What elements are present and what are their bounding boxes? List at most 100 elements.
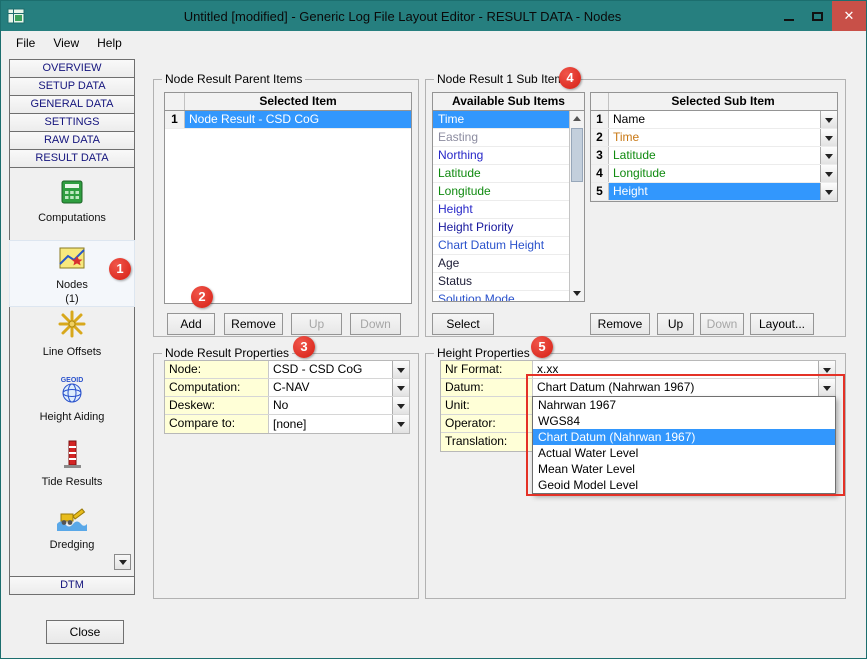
selected-subitem-row[interactable]: 2 Time <box>591 129 837 147</box>
dropdown-option[interactable]: Mean Water Level <box>533 461 835 477</box>
group-title: Node Result Properties <box>162 346 292 360</box>
sidebar-item-general-data[interactable]: GENERAL DATA <box>9 95 135 114</box>
dropdown-arrow-button[interactable] <box>818 361 835 378</box>
dropdown-arrow-button[interactable] <box>820 165 837 182</box>
available-item[interactable]: Northing <box>433 147 569 165</box>
scroll-down-button[interactable] <box>570 286 584 301</box>
selected-sub-items-table: Selected Sub Item 1 Name 2 Time 3 Latitu… <box>590 92 838 202</box>
selected-subitem-row[interactable]: 1 Name <box>591 111 837 129</box>
up-button[interactable]: Up <box>657 313 694 335</box>
dropdown-option[interactable]: WGS84 <box>533 413 835 429</box>
dropdown-arrow-button[interactable] <box>392 379 409 396</box>
dropdown-arrow-button[interactable] <box>820 111 837 128</box>
dropdown-arrow-button[interactable] <box>392 361 409 378</box>
dropdown-option[interactable]: Actual Water Level <box>533 445 835 461</box>
category-label: Tide Results <box>42 476 103 488</box>
available-item[interactable]: Height <box>433 201 569 219</box>
dropdown-arrow-button[interactable] <box>820 183 837 200</box>
deskew-combobox[interactable]: No <box>269 397 409 414</box>
available-item[interactable]: Height Priority <box>433 219 569 237</box>
category-tide-results[interactable]: Tide Results <box>10 436 134 501</box>
category-label: Computations <box>38 212 106 224</box>
sidebar-item-dtm[interactable]: DTM <box>9 576 135 595</box>
selected-subitem-row[interactable]: 5 Height <box>591 183 837 201</box>
chevron-down-icon <box>397 422 405 431</box>
menu-help[interactable]: Help <box>88 33 131 53</box>
sidebar: OVERVIEW SETUP DATA GENERAL DATA SETTING… <box>9 59 135 595</box>
dropdown-option[interactable]: Geoid Model Level <box>533 477 835 493</box>
scrollbar[interactable] <box>569 111 584 301</box>
close-icon: ✕ <box>844 8 855 24</box>
chevron-down-icon <box>825 136 833 145</box>
parent-items-table: Selected Item 1 Node Result - CSD CoG <box>164 92 412 304</box>
sidebar-item-raw-data[interactable]: RAW DATA <box>9 131 135 150</box>
parent-items-group: Node Result Parent Items Selected Item 1… <box>153 79 419 337</box>
available-item[interactable]: Status <box>433 273 569 291</box>
property-row: Computation: C-NAV <box>165 379 409 397</box>
datum-combobox[interactable]: Chart Datum (Nahrwan 1967) <box>533 379 835 396</box>
dialog-close-button[interactable]: Close <box>46 620 124 644</box>
remove-button[interactable]: Remove <box>224 313 283 335</box>
close-window-button[interactable]: ✕ <box>832 1 866 31</box>
compare-to-combobox[interactable]: [none] <box>269 415 409 433</box>
nr-format-combobox[interactable]: x.xx <box>533 361 835 378</box>
menu-file[interactable]: File <box>7 33 44 53</box>
menu-view[interactable]: View <box>44 33 88 53</box>
category-line-offsets[interactable]: Line Offsets <box>10 306 134 371</box>
add-button[interactable]: Add <box>167 313 215 335</box>
available-item[interactable]: Easting <box>433 129 569 147</box>
available-item[interactable]: Longitude <box>433 183 569 201</box>
available-item[interactable]: Time <box>433 111 569 129</box>
maximize-button[interactable] <box>803 1 832 31</box>
group-title: Node Result 1 Sub Items <box>434 72 573 86</box>
scrollbar-thumb[interactable] <box>571 128 583 182</box>
down-button[interactable]: Down <box>700 313 744 335</box>
subitem-name: Longitude <box>613 165 820 182</box>
subitem-name: Name <box>613 111 820 128</box>
row-number: 3 <box>591 147 609 164</box>
row-number-header <box>165 93 185 110</box>
category-computations[interactable]: Computations <box>10 176 134 241</box>
subitem-name: Time <box>613 129 820 146</box>
computation-combobox[interactable]: C-NAV <box>269 379 409 396</box>
dropdown-option[interactable]: Chart Datum (Nahrwan 1967) <box>533 429 835 445</box>
sidebar-item-settings[interactable]: SETTINGS <box>9 113 135 132</box>
select-button[interactable]: Select <box>432 313 494 335</box>
svg-text:GEOID: GEOID <box>61 377 84 384</box>
available-item[interactable]: Latitude <box>433 165 569 183</box>
maximize-icon <box>812 12 823 21</box>
chevron-down-icon <box>397 404 405 413</box>
category-height-aiding[interactable]: GEOID Height Aiding <box>10 371 134 436</box>
down-button[interactable]: Down <box>350 313 401 335</box>
available-item[interactable]: Age <box>433 255 569 273</box>
layout-button[interactable]: Layout... <box>750 313 814 335</box>
sidebar-item-setup-data[interactable]: SETUP DATA <box>9 77 135 96</box>
dropdown-arrow-button[interactable] <box>820 147 837 164</box>
selected-subitem-row[interactable]: 4 Longitude <box>591 165 837 183</box>
sidebar-item-overview[interactable]: OVERVIEW <box>9 59 135 78</box>
node-properties-grid: Node: CSD - CSD CoG Computation: C-NAV D… <box>164 360 410 434</box>
parent-item-cell: Node Result - CSD CoG <box>185 111 411 128</box>
table-header-row: Selected Item <box>165 93 411 111</box>
property-value: CSD - CSD CoG <box>273 361 392 378</box>
dropdown-arrow-button[interactable] <box>820 129 837 146</box>
dropdown-option[interactable]: Nahrwan 1967 <box>533 397 835 413</box>
selected-subitem-row[interactable]: 3 Latitude <box>591 147 837 165</box>
category-scroll-dropdown-button[interactable] <box>114 554 131 570</box>
available-item[interactable]: Solution Mode <box>433 291 569 302</box>
group-title: Node Result Parent Items <box>162 72 305 86</box>
dropdown-arrow-button[interactable] <box>392 397 409 414</box>
minimize-button[interactable] <box>774 1 803 31</box>
scroll-up-button[interactable] <box>570 111 584 126</box>
property-label: Datum: <box>441 379 533 396</box>
available-item[interactable]: Chart Datum Height <box>433 237 569 255</box>
dropdown-arrow-button[interactable] <box>818 379 835 396</box>
category-nodes[interactable]: Nodes (1) <box>10 241 134 306</box>
remove-button[interactable]: Remove <box>590 313 650 335</box>
up-button[interactable]: Up <box>291 313 342 335</box>
sidebar-item-result-data[interactable]: RESULT DATA <box>9 149 135 168</box>
table-row[interactable]: 1 Node Result - CSD CoG <box>165 111 411 129</box>
node-combobox[interactable]: CSD - CSD CoG <box>269 361 409 378</box>
dropdown-arrow-button[interactable] <box>392 415 409 433</box>
property-value: x.xx <box>537 361 818 378</box>
